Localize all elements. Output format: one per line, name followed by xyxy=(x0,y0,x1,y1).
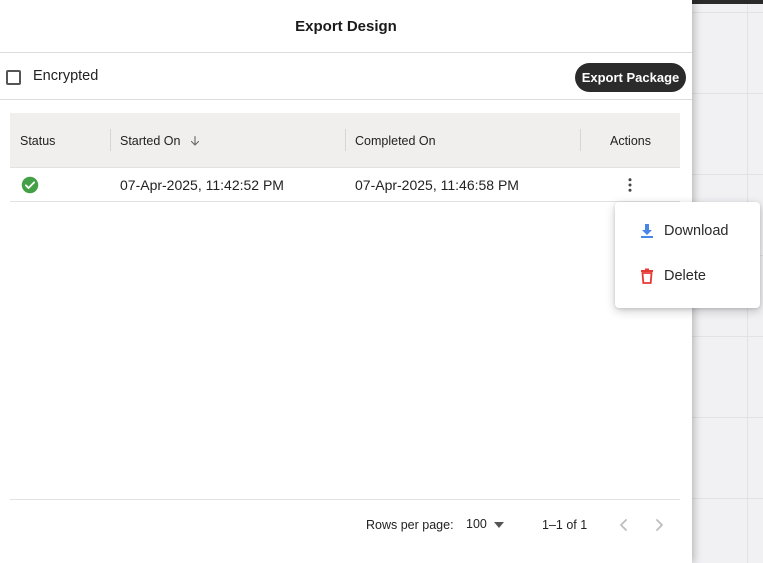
rows-per-page-select[interactable]: 100 xyxy=(466,517,487,531)
column-header-started-on-label: Started On xyxy=(120,133,181,148)
table-header: Status Started On Completed On Actions xyxy=(10,113,680,168)
panel-title: Export Design xyxy=(0,0,692,53)
check-circle-icon xyxy=(21,176,39,194)
menu-item-delete-label: Delete xyxy=(664,268,706,284)
encrypted-checkbox[interactable] xyxy=(6,70,21,85)
column-divider xyxy=(580,129,581,151)
status-cell xyxy=(21,168,39,202)
menu-item-delete[interactable]: Delete xyxy=(615,256,760,296)
download-icon xyxy=(641,224,653,238)
actions-cell xyxy=(621,168,639,202)
column-header-status[interactable]: Status xyxy=(20,113,55,168)
chevron-right-icon[interactable] xyxy=(651,516,667,534)
column-divider xyxy=(345,129,346,151)
export-package-button[interactable]: Export Package xyxy=(575,63,686,92)
arrow-down-icon[interactable] xyxy=(189,135,201,147)
trash-icon xyxy=(641,268,653,284)
export-toolbar: Encrypted Export Package xyxy=(0,54,692,100)
backdrop-topbar xyxy=(692,0,763,4)
column-header-completed-on[interactable]: Completed On xyxy=(355,113,436,168)
column-header-actions: Actions xyxy=(610,133,651,148)
encrypted-label[interactable]: Encrypted xyxy=(33,68,98,84)
table-pagination: Rows per page: 100 1–1 of 1 xyxy=(0,500,692,552)
more-vertical-icon[interactable] xyxy=(621,176,639,194)
rows-per-page-label: Rows per page: xyxy=(366,518,454,532)
chevron-left-icon[interactable] xyxy=(616,516,632,534)
started-on-cell: 07-Apr-2025, 11:42:52 PM xyxy=(120,177,284,193)
table-row: 07-Apr-2025, 11:42:52 PM 07-Apr-2025, 11… xyxy=(10,168,680,202)
row-actions-menu: Download Delete xyxy=(615,202,760,308)
menu-item-download[interactable]: Download xyxy=(615,211,760,251)
menu-item-download-label: Download xyxy=(664,223,729,239)
export-design-panel: Export Design Encrypted Export Package S… xyxy=(0,0,692,563)
completed-on-cell: 07-Apr-2025, 11:46:58 PM xyxy=(355,177,519,193)
exports-table: Status Started On Completed On Actions 0… xyxy=(10,113,680,202)
caret-down-icon[interactable] xyxy=(494,522,504,528)
column-header-started-on[interactable]: Started On xyxy=(120,113,201,168)
column-divider xyxy=(110,129,111,151)
pagination-range: 1–1 of 1 xyxy=(542,518,588,532)
